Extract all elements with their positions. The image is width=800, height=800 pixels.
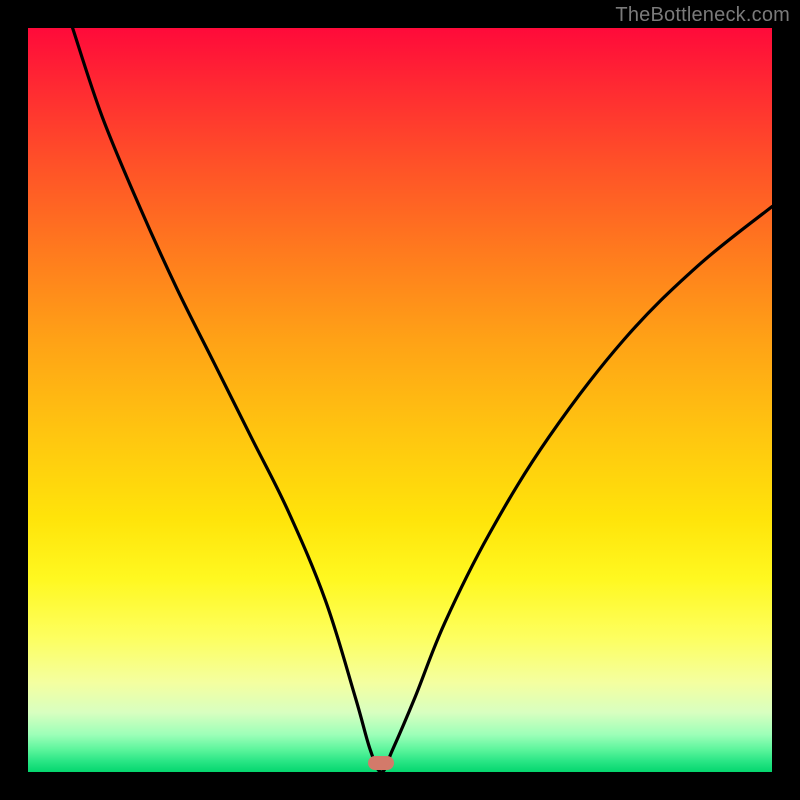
watermark-text: TheBottleneck.com <box>615 4 790 27</box>
bottleneck-curve <box>73 28 772 772</box>
min-marker <box>368 756 394 770</box>
curve-svg <box>28 28 772 772</box>
plot-area <box>28 28 772 772</box>
chart-frame: TheBottleneck.com <box>0 0 800 800</box>
